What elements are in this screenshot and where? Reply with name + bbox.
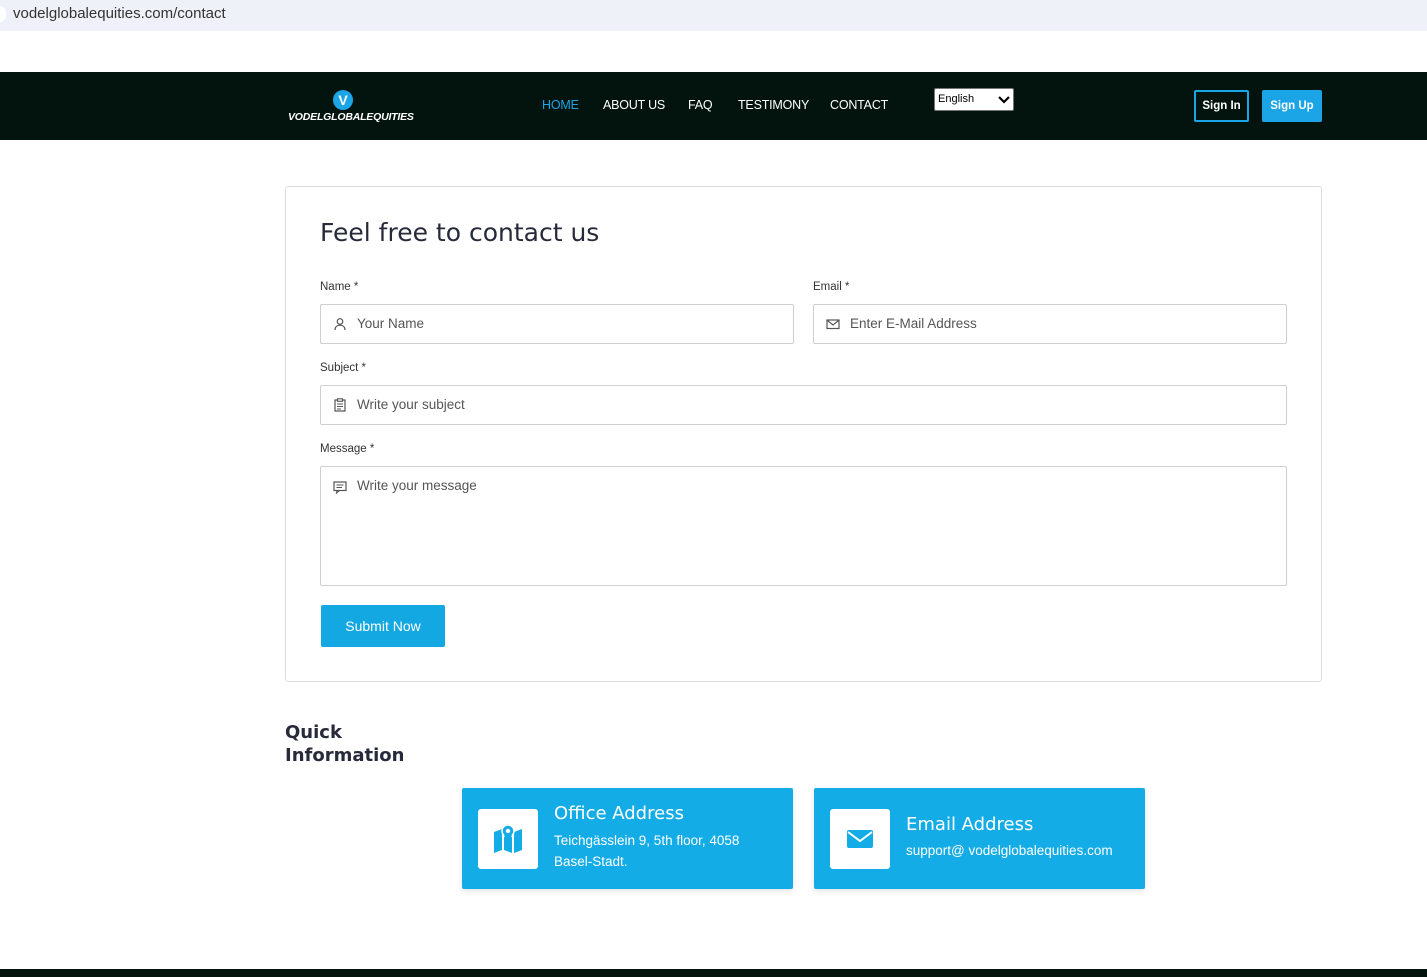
logo-mark-icon: V xyxy=(333,90,353,110)
subject-placeholder: Write your subject xyxy=(357,397,465,412)
form-title: Feel free to contact us xyxy=(320,218,600,247)
message-placeholder: Write your message xyxy=(357,478,477,493)
envelope-icon xyxy=(847,830,873,848)
quick-information-heading: Quick Information xyxy=(285,722,405,766)
name-placeholder: Your Name xyxy=(357,316,425,331)
subject-input[interactable]: Write your subject xyxy=(320,385,1287,425)
nav-contact[interactable]: CONTACT xyxy=(830,98,888,112)
email-label: Email * xyxy=(813,281,850,293)
map-icon-box xyxy=(478,809,538,869)
email-placeholder: Enter E-Mail Address xyxy=(850,316,977,331)
browser-address-bar[interactable]: vodelglobalequities.com/contact xyxy=(0,0,1427,31)
envelope-icon xyxy=(826,319,840,330)
nav-home[interactable]: HOME xyxy=(542,98,579,112)
tab-edge xyxy=(0,6,6,22)
top-navbar: V VODELGLOBALEQUITIES HOME ABOUT US FAQ … xyxy=(0,72,1427,140)
footer-edge xyxy=(0,969,1427,977)
envelope-icon-box xyxy=(830,809,890,869)
brand-logo[interactable]: V VODELGLOBALEQUITIES xyxy=(288,90,414,126)
nav-faq[interactable]: FAQ xyxy=(688,98,713,112)
office-address-card: Office Address Teichgässlein 9, 5th floo… xyxy=(462,788,793,889)
message-textarea[interactable]: Write your message xyxy=(320,466,1287,586)
office-address-title: Office Address xyxy=(554,803,684,824)
message-icon xyxy=(333,481,347,494)
user-icon xyxy=(334,318,346,331)
url-text[interactable]: vodelglobalequities.com/contact xyxy=(13,5,226,22)
email-input[interactable]: Enter E-Mail Address xyxy=(813,304,1287,344)
submit-button[interactable]: Submit Now xyxy=(321,605,445,647)
name-label: Name * xyxy=(320,281,359,293)
sign-up-button[interactable]: Sign Up xyxy=(1262,90,1322,122)
subject-label: Subject * xyxy=(320,362,367,374)
sign-in-button[interactable]: Sign In xyxy=(1194,90,1249,122)
message-label: Message * xyxy=(320,443,375,455)
contact-form-card: Feel free to contact us Name * Your Name… xyxy=(285,186,1322,682)
office-address-text: Teichgässlein 9, 5th floor, 4058 Basel-S… xyxy=(554,833,740,869)
email-address-title: Email Address xyxy=(906,814,1034,835)
nav-about-us[interactable]: ABOUT US xyxy=(603,98,665,112)
nav-testimony[interactable]: TESTIMONY xyxy=(738,98,809,112)
chevron-down-icon xyxy=(998,96,1010,104)
email-address-text[interactable]: support@ vodelglobalequities.com xyxy=(906,840,1113,861)
map-icon xyxy=(494,824,522,853)
logo-wordmark: VODELGLOBALEQUITIES xyxy=(288,111,414,123)
language-select[interactable]: English xyxy=(934,88,1014,111)
clipboard-icon xyxy=(334,398,346,412)
language-selected-value: English xyxy=(938,93,975,105)
name-input[interactable]: Your Name xyxy=(320,304,794,344)
email-address-card: Email Address support@ vodelglobalequiti… xyxy=(814,788,1145,889)
